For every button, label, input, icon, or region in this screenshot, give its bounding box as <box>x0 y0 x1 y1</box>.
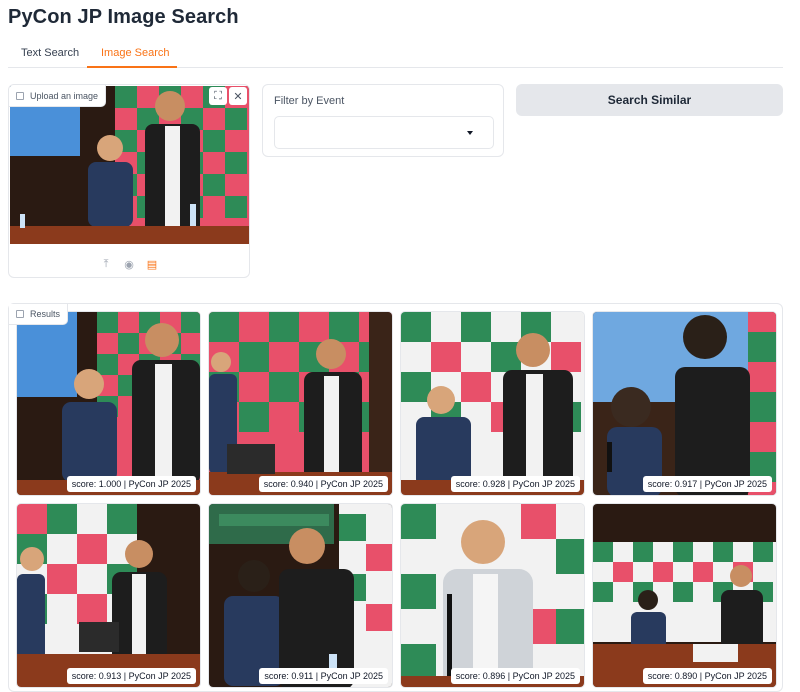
webcam-icon[interactable]: ◉ <box>122 257 136 271</box>
filter-panel: Filter by Event <box>262 84 504 157</box>
image-icon <box>16 91 24 100</box>
page-title: PyCon JP Image Search <box>8 6 239 28</box>
active-tab-indicator <box>87 66 177 68</box>
result-image <box>593 504 776 687</box>
result-item[interactable]: score: 0.913 | PyCon JP 2025 <box>16 503 201 688</box>
fullscreen-icon[interactable]: ⛶ <box>209 87 227 105</box>
search-similar-button[interactable]: Search Similar <box>516 84 783 116</box>
result-caption: score: 0.913 | PyCon JP 2025 <box>66 668 196 684</box>
result-image <box>593 312 776 495</box>
upload-source-actions: ⤒ ◉ ▤ <box>9 257 249 271</box>
result-item[interactable]: score: 0.928 | PyCon JP 2025 <box>400 311 585 496</box>
image-upload-panel[interactable]: Upload an image ⛶ ✕ ⤒ ◉ ▤ <box>8 84 250 278</box>
chevron-down-icon <box>467 131 473 135</box>
clipboard-icon[interactable]: ▤ <box>145 257 159 271</box>
result-item[interactable]: score: 0.940 | PyCon JP 2025 <box>208 311 393 496</box>
result-item[interactable]: score: 0.917 | PyCon JP 2025 <box>592 311 777 496</box>
result-item[interactable]: score: 0.911 | PyCon JP 2025 <box>208 503 393 688</box>
result-caption: score: 0.917 | PyCon JP 2025 <box>642 476 772 492</box>
result-item[interactable]: score: 0.896 | PyCon JP 2025 <box>400 503 585 688</box>
event-filter-dropdown[interactable] <box>274 116 494 149</box>
result-image <box>401 504 584 687</box>
upload-label-text: Upload an image <box>30 90 99 101</box>
result-image <box>17 312 200 495</box>
tab-text-search[interactable]: Text Search <box>21 47 79 59</box>
result-item[interactable]: score: 1.000 | PyCon JP 2025 <box>16 311 201 496</box>
filter-label: Filter by Event <box>274 95 345 107</box>
result-caption: score: 0.890 | PyCon JP 2025 <box>642 668 772 684</box>
results-gallery: Results score: 1.000 | PyCon JP 2025 sco… <box>8 303 783 692</box>
image-icon <box>16 310 24 318</box>
results-label: Results <box>9 304 69 325</box>
result-caption: score: 0.928 | PyCon JP 2025 <box>450 476 580 492</box>
result-image <box>209 312 392 495</box>
upload-label: Upload an image <box>9 85 107 107</box>
tab-bar: Text Search Image Search <box>8 42 783 68</box>
result-image <box>209 504 392 687</box>
upload-icon[interactable]: ⤒ <box>99 257 113 271</box>
result-caption: score: 0.940 | PyCon JP 2025 <box>258 476 388 492</box>
result-caption: score: 0.896 | PyCon JP 2025 <box>450 668 580 684</box>
result-image <box>17 504 200 687</box>
upload-toolbar: ⛶ ✕ <box>209 87 247 105</box>
result-item[interactable]: score: 0.890 | PyCon JP 2025 <box>592 503 777 688</box>
uploaded-image <box>10 86 249 244</box>
result-caption: score: 1.000 | PyCon JP 2025 <box>66 476 196 492</box>
tab-image-search[interactable]: Image Search <box>101 47 169 59</box>
close-icon[interactable]: ✕ <box>229 87 247 105</box>
result-image <box>401 312 584 495</box>
results-label-text: Results <box>30 309 61 319</box>
result-caption: score: 0.911 | PyCon JP 2025 <box>259 668 388 684</box>
